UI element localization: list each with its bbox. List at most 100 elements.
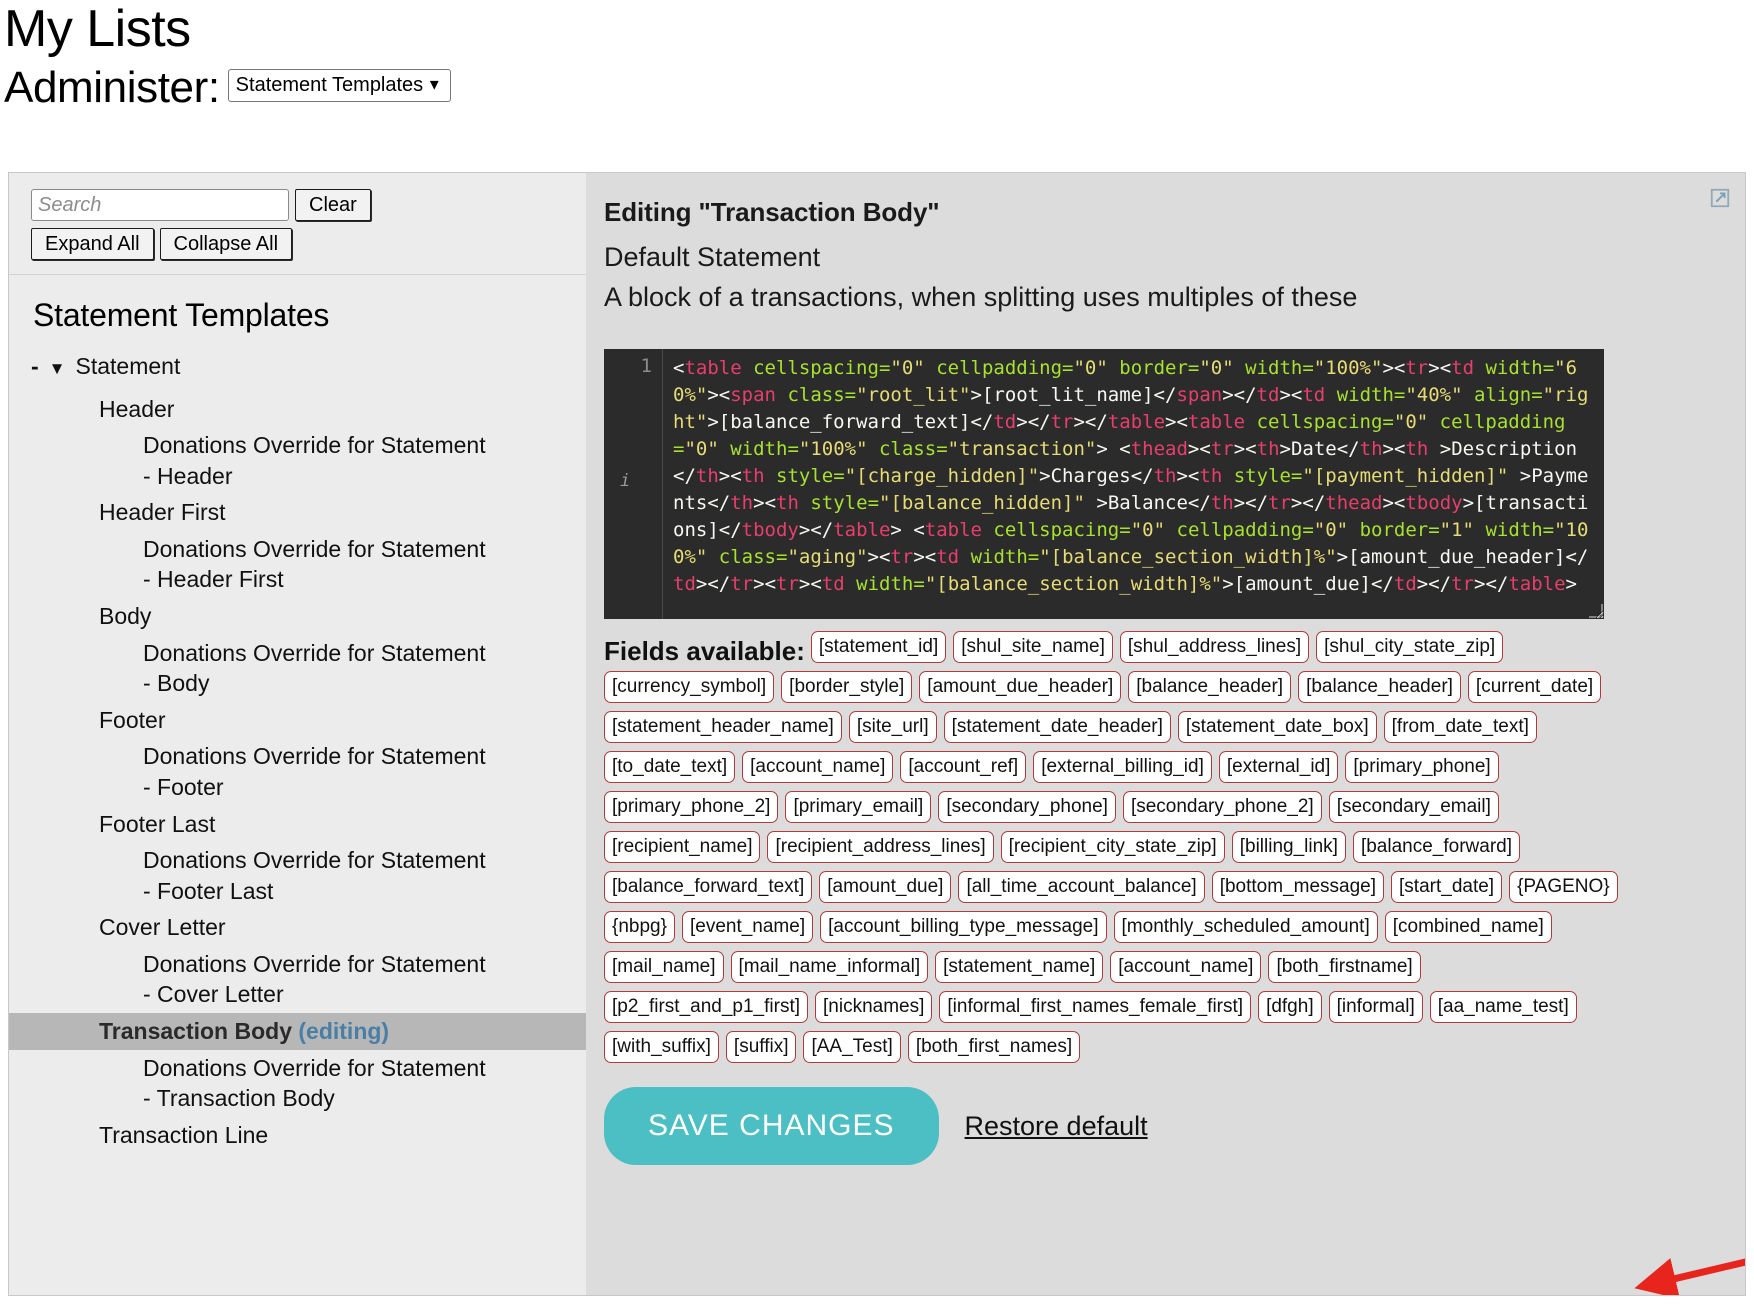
field-chip[interactable]: [recipient_name] (604, 831, 760, 863)
action-bar: SAVE CHANGES Restore default (604, 1087, 1715, 1165)
field-chip[interactable]: [start_date] (1391, 871, 1502, 903)
code-content[interactable]: <table cellspacing="0" cellpadding="0" b… (662, 349, 1604, 619)
field-chip[interactable]: [balance_forward_text] (604, 871, 812, 903)
field-chip[interactable]: [balance_header] (1298, 671, 1461, 703)
tree-node-label: Cover Letter (99, 914, 226, 940)
tree-node[interactable]: Body (9, 598, 586, 635)
tree-node-selected[interactable]: Transaction Body (editing) (9, 1013, 586, 1050)
sidebar: Clear Expand All Collapse All Statement … (8, 172, 586, 1296)
search-input[interactable] (31, 189, 289, 221)
field-chip[interactable]: [primary_phone] (1345, 751, 1498, 783)
tree-node[interactable]: Header (9, 391, 586, 428)
field-chip[interactable]: [statement_id] (811, 631, 946, 663)
tree-node[interactable]: Donations Override for Statement - Trans… (9, 1050, 509, 1117)
field-chip[interactable]: [recipient_address_lines] (767, 831, 993, 863)
administer-select[interactable]: Statement Templates (228, 69, 451, 102)
field-chip[interactable]: [balance_header] (1128, 671, 1291, 703)
field-chip[interactable]: [account_name] (1110, 951, 1261, 983)
save-changes-button[interactable]: SAVE CHANGES (604, 1087, 939, 1165)
field-chip[interactable]: [border_style] (781, 671, 912, 703)
field-chip[interactable]: [billing_link] (1232, 831, 1346, 863)
tree-node[interactable]: Donations Override for Statement - Body (9, 635, 509, 702)
popout-expand-icon[interactable] (1709, 187, 1731, 209)
field-chip[interactable]: [amount_due_header] (919, 671, 1121, 703)
field-chip[interactable]: [both_firstname] (1268, 951, 1420, 983)
template-tree-children: HeaderDonations Override for Statement -… (9, 385, 586, 1154)
minus-icon[interactable]: - (31, 355, 39, 378)
field-chip[interactable]: [all_time_account_balance] (958, 871, 1204, 903)
field-chip[interactable]: [informal] (1329, 991, 1423, 1023)
tree-node-label: Transaction Body (99, 1018, 292, 1044)
resize-handle[interactable] (1589, 604, 1603, 618)
field-chip[interactable]: [account_billing_type_message] (820, 911, 1106, 943)
field-chip[interactable]: [suffix] (726, 1031, 797, 1063)
field-chip[interactable]: [with_suffix] (604, 1031, 719, 1063)
field-chip[interactable]: [shul_site_name] (953, 631, 1113, 663)
field-chip[interactable]: [statement_header_name] (604, 711, 842, 743)
tree-node-statement[interactable]: - ▼ Statement (9, 348, 586, 385)
tree-node[interactable]: Donations Override for Statement - Heade… (9, 531, 509, 598)
tree-node[interactable]: Header First (9, 494, 586, 531)
field-chip[interactable]: [recipient_city_state_zip] (1001, 831, 1225, 863)
field-chip[interactable]: [amount_due] (819, 871, 951, 903)
field-chip[interactable]: [balance_forward] (1353, 831, 1520, 863)
collapse-all-button[interactable]: Collapse All (160, 228, 293, 260)
field-chip[interactable]: [secondary_phone] (938, 791, 1116, 823)
field-chip[interactable]: [aa_name_test] (1430, 991, 1577, 1023)
field-chip[interactable]: [secondary_phone_2] (1123, 791, 1322, 823)
template-name: Default Statement (604, 242, 1715, 273)
tree-node-label: Footer (99, 707, 165, 733)
content-pane: Editing "Transaction Body" Default State… (586, 172, 1746, 1296)
field-chip[interactable]: [from_date_text] (1384, 711, 1537, 743)
field-chip[interactable]: [currency_symbol] (604, 671, 774, 703)
field-chip[interactable]: [external_billing_id] (1033, 751, 1212, 783)
administer-row: Administer: Statement Templates ▼ (0, 56, 1754, 110)
field-chip[interactable]: {PAGENO} (1509, 871, 1618, 903)
restore-default-link[interactable]: Restore default (965, 1111, 1148, 1142)
tree-node[interactable]: Donations Override for Statement - Foote… (9, 738, 509, 805)
field-chip[interactable]: [monthly_scheduled_amount] (1114, 911, 1378, 943)
field-chip[interactable]: [external_id] (1219, 751, 1339, 783)
tree-node-label: Donations Override for Statement - Heade… (143, 536, 486, 593)
tree-node[interactable]: Donations Override for Statement - Foote… (9, 842, 509, 909)
field-chip[interactable]: [account_name] (742, 751, 893, 783)
field-chip[interactable]: [current_date] (1468, 671, 1601, 703)
tree-node[interactable]: Footer Last (9, 806, 586, 843)
tree-node[interactable]: Cover Letter (9, 909, 586, 946)
field-chip[interactable]: [bottom_message] (1212, 871, 1384, 903)
field-chip[interactable]: [secondary_email] (1329, 791, 1499, 823)
tree-root-item[interactable]: - ▼ Statement (9, 348, 586, 385)
field-chip[interactable]: [p2_first_and_p1_first] (604, 991, 808, 1023)
field-chip[interactable]: [site_url] (849, 711, 937, 743)
field-chip[interactable]: {nbpg} (604, 911, 675, 943)
field-chip[interactable]: [account_ref] (900, 751, 1026, 783)
field-chip[interactable]: [nicknames] (815, 991, 932, 1023)
field-chip[interactable]: [combined_name] (1385, 911, 1552, 943)
caret-down-icon[interactable]: ▼ (49, 360, 66, 377)
tree-node[interactable]: Donations Override for Statement - Cover… (9, 946, 509, 1013)
field-chip[interactable]: [informal_first_names_female_first] (939, 991, 1251, 1023)
field-chip[interactable]: [shul_city_state_zip] (1316, 631, 1503, 663)
field-chip[interactable]: [mail_name_informal] (731, 951, 929, 983)
fields-available: Fields available:[statement_id][shul_sit… (604, 631, 1634, 1071)
field-chip[interactable]: [event_name] (682, 911, 813, 943)
tree-node[interactable]: Transaction Line (9, 1117, 586, 1154)
field-chip[interactable]: [shul_address_lines] (1120, 631, 1309, 663)
field-chip[interactable]: [primary_email] (785, 791, 931, 823)
field-chip[interactable]: [primary_phone_2] (604, 791, 778, 823)
tree-node[interactable]: Footer (9, 702, 586, 739)
field-chip[interactable]: [AA_Test] (803, 1031, 900, 1063)
field-chip[interactable]: [dfgh] (1258, 991, 1322, 1023)
field-chip[interactable]: [statement_name] (935, 951, 1103, 983)
field-chip[interactable]: [statement_date_header] (944, 711, 1171, 743)
tree-node[interactable]: Donations Override for Statement - Heade… (9, 427, 509, 494)
field-chip[interactable]: [both_first_names] (908, 1031, 1080, 1063)
tree-title: Statement Templates (9, 275, 586, 342)
field-chip[interactable]: [statement_date_box] (1178, 711, 1377, 743)
field-chip[interactable]: [mail_name] (604, 951, 724, 983)
info-icon: i (620, 471, 630, 491)
clear-button[interactable]: Clear (295, 189, 371, 221)
expand-all-button[interactable]: Expand All (31, 228, 154, 260)
code-editor[interactable]: 1 i <table cellspacing="0" cellpadding="… (604, 349, 1604, 619)
field-chip[interactable]: [to_date_text] (604, 751, 735, 783)
